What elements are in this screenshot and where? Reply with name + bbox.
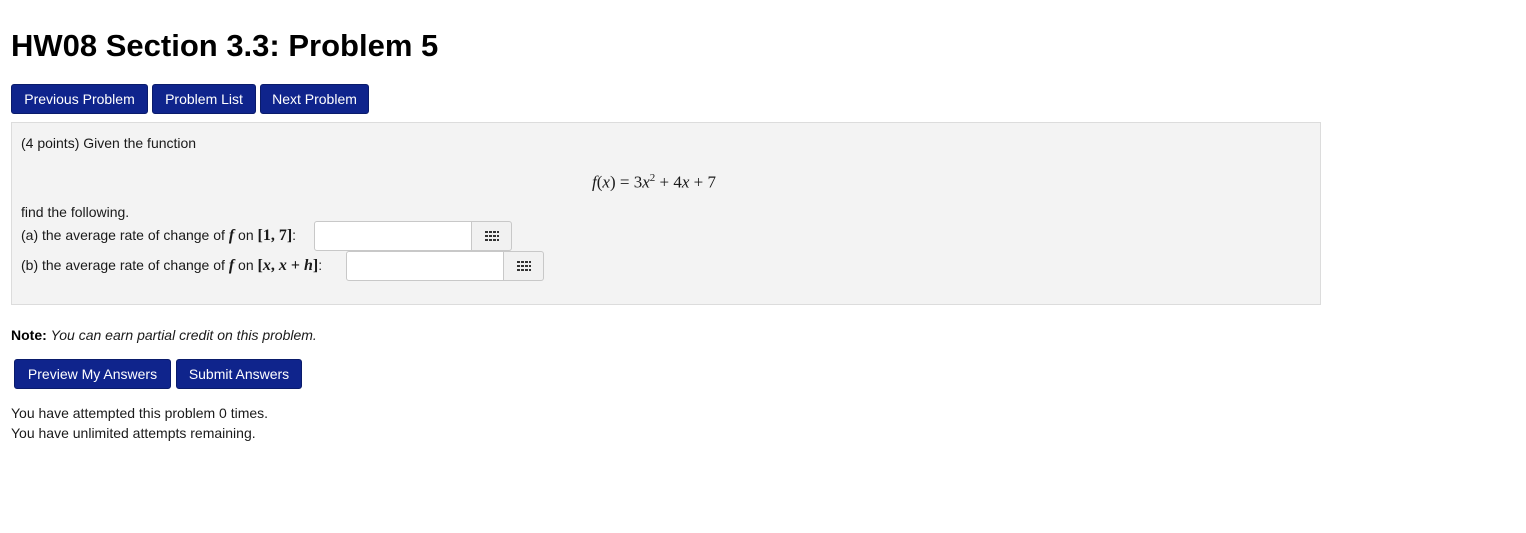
part-a-interval: [1, 7] [257,227,293,244]
part-b-label: (b) the average rate of change of f on [… [21,256,322,275]
formula-plus1: + [659,172,670,192]
part-a-label: (a) the average rate of change of f on [… [21,226,296,245]
note-text: You can earn partial credit on this prob… [50,327,317,343]
attempts-count-text: You have attempted this problem 0 times. [11,405,269,421]
part-a-equation-editor-button[interactable] [472,221,512,251]
problem-list-button[interactable]: Problem List [152,84,256,114]
attempts-remaining-text: You have unlimited attempts remaining. [11,425,256,441]
problem-intro: (4 points) Given the function [21,135,197,151]
previous-problem-button[interactable]: Previous Problem [11,84,148,114]
page-title: HW08 Section 3.3: Problem 5 [11,28,439,63]
part-b-interval: [x, x + h] [257,257,319,274]
part-a-func: f [228,227,235,244]
formula-x: x [602,172,610,192]
part-a-on: on [238,227,254,243]
partial-credit-note: Note: You can earn partial credit on thi… [11,326,317,344]
grid-icon [516,261,531,271]
find-text: find the following. [21,204,130,220]
part-b-on: on [238,257,254,273]
formula-exp1: 2 [649,172,656,184]
part-a-answer-input[interactable] [314,221,472,251]
formula-coef1: 3 [633,172,643,192]
part-b-equation-editor-button[interactable] [504,251,544,281]
part-b-colon: : [318,257,323,273]
formula-term2: 4 [673,172,682,192]
part-b-answer-input[interactable] [346,251,504,281]
formula-var1: x [642,172,650,192]
function-formula: f(x) = 3x2 + 4x + 7 [592,172,717,192]
problem-panel: (4 points) Given the function f(x) = 3x2… [11,122,1321,305]
part-a-prefix: (a) the average rate of change of [21,227,225,243]
submit-answers-button[interactable]: Submit Answers [176,359,302,389]
note-label: Note: [11,327,47,343]
preview-answers-button[interactable]: Preview My Answers [14,359,171,389]
part-b-prefix: (b) the average rate of change of [21,257,225,273]
next-problem-button[interactable]: Next Problem [260,84,369,114]
formula-plus2: + [693,172,704,192]
grid-icon [484,231,499,241]
formula-const: 7 [707,172,717,192]
part-a-colon: : [292,227,297,243]
part-b-func: f [228,257,235,274]
formula-f: f [592,172,597,192]
formula-eq: = [619,172,630,192]
formula-var2: x [681,172,690,192]
